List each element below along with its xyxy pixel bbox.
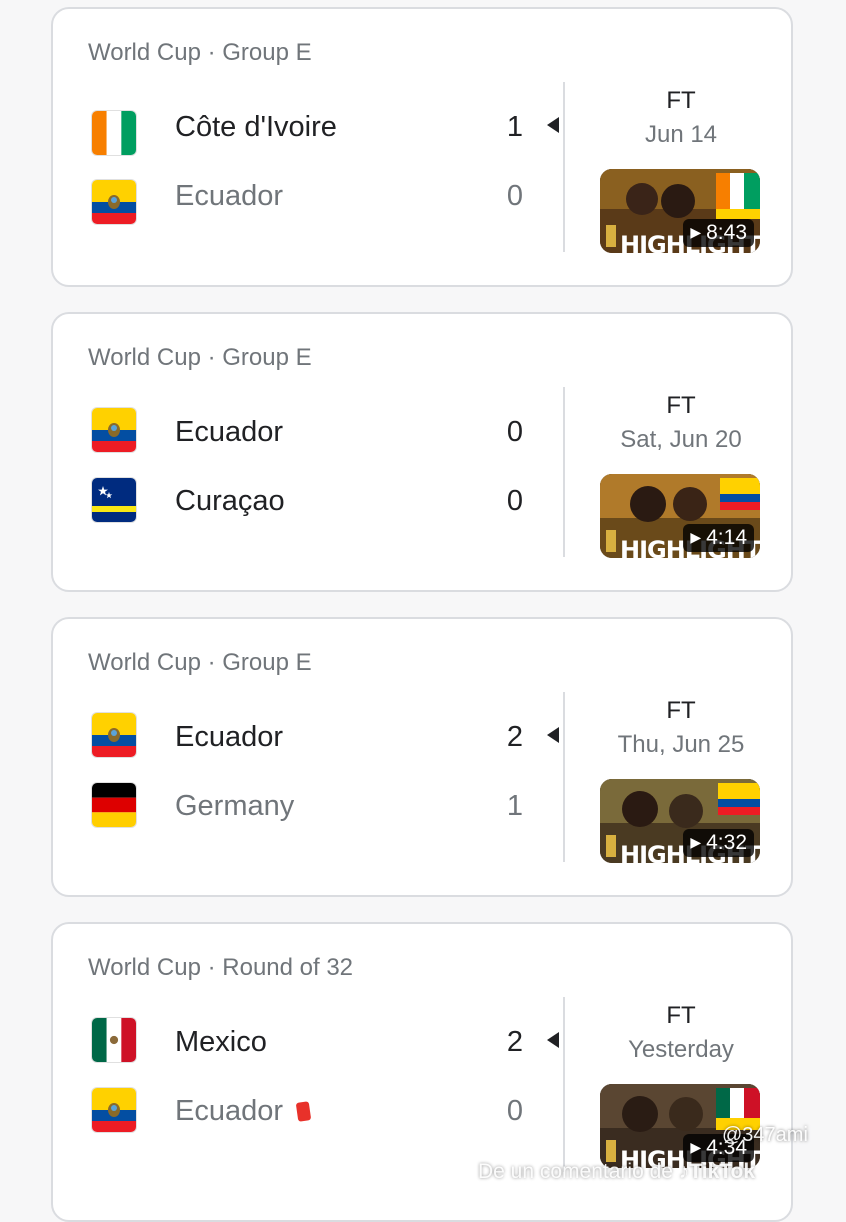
match-status: FT [666,87,696,114]
video-duration: 8:43 [706,221,747,244]
video-duration-badge: ▶ 8:43 [683,219,754,247]
match-date: Jun 14 [644,121,718,148]
away-team-score: 0 [506,485,523,517]
play-icon: ▶ [690,1139,702,1155]
video-duration: 4:32 [706,831,747,854]
flag-ecuador-icon [92,1088,136,1132]
highlights-video-thumbnail[interactable]: HIGHLIGHTS ▶4:14 [600,474,760,558]
flag-cote-divoire-icon [92,111,136,155]
match-status: FT [666,392,696,419]
home-team-score: 2 [506,721,523,753]
competition-label: World Cup · Group E [88,649,312,676]
watermark-username: @347ami [722,1124,808,1146]
flag-ecuador-icon [92,713,136,757]
flag-ecuador-icon [92,180,136,224]
competition-label: World Cup · Round of 32 [88,954,354,981]
home-team-name: Ecuador [175,721,284,753]
watermark-prefix: De un comentario de [478,1160,673,1183]
play-icon: ▶ [690,529,702,545]
competition-label: World Cup · Group E [88,39,312,66]
flag-germany-icon [92,783,136,827]
home-team-score: 1 [506,111,523,143]
watermark-brand: TikTok [689,1160,756,1183]
match-date: Yesterday [628,1036,734,1063]
winner-indicator-icon [547,117,559,133]
match-card[interactable]: World Cup · Group E Côte d'Ivoire 1 Ecua… [51,7,793,287]
away-team-score: 0 [506,1095,523,1127]
home-team-score: 2 [506,1026,523,1058]
away-team-score: 0 [506,180,523,212]
play-icon: ▶ [690,834,702,850]
away-team-score: 1 [506,790,523,822]
match-date: Thu, Jun 25 [617,731,745,758]
flag-curacao-icon [92,478,136,522]
video-duration-badge: ▶ 4:14 [683,524,754,552]
away-team-name: Ecuador [175,180,284,212]
home-team-name: Côte d'Ivoire [175,111,337,143]
winner-indicator-icon [547,727,559,743]
match-card[interactable]: World Cup · Group E Ecuador 0 Curaçao 0 … [51,312,793,592]
highlights-video-thumbnail[interactable]: HIGHLIGHTS ▶8:43 [600,169,760,253]
home-team-name: Mexico [175,1026,267,1058]
divider [563,387,565,557]
home-team-name: Ecuador [175,416,284,448]
divider [563,692,565,862]
video-duration-badge: ▶ 4:32 [683,829,754,857]
match-card[interactable]: World Cup · Group E Ecuador 2 Germany 1 … [51,617,793,897]
away-team-name: Curaçao [175,485,285,517]
flag-mexico-icon [92,1018,136,1062]
match-date: Sat, Jun 20 [620,426,742,453]
away-team-name-row: Ecuador [175,1095,312,1128]
home-team-score: 0 [506,416,523,448]
away-team-name: Germany [175,790,295,822]
match-status: FT [666,697,696,724]
winner-indicator-icon [547,1032,559,1048]
divider [563,82,565,252]
flag-ecuador-icon [92,408,136,452]
competition-label: World Cup · Group E [88,344,312,371]
video-duration: 4:14 [706,526,747,549]
play-icon: ▶ [690,224,702,240]
red-card-icon [295,1101,312,1122]
match-status: FT [666,1002,696,1029]
divider [563,997,565,1172]
tiktok-watermark: De un comentario de ♪TikTok [478,1160,755,1184]
away-team-name: Ecuador [175,1095,284,1127]
highlights-video-thumbnail[interactable]: HIGHLIGHTS ▶4:32 [600,779,760,863]
tiktok-logo-icon: ♪ [678,1160,690,1183]
